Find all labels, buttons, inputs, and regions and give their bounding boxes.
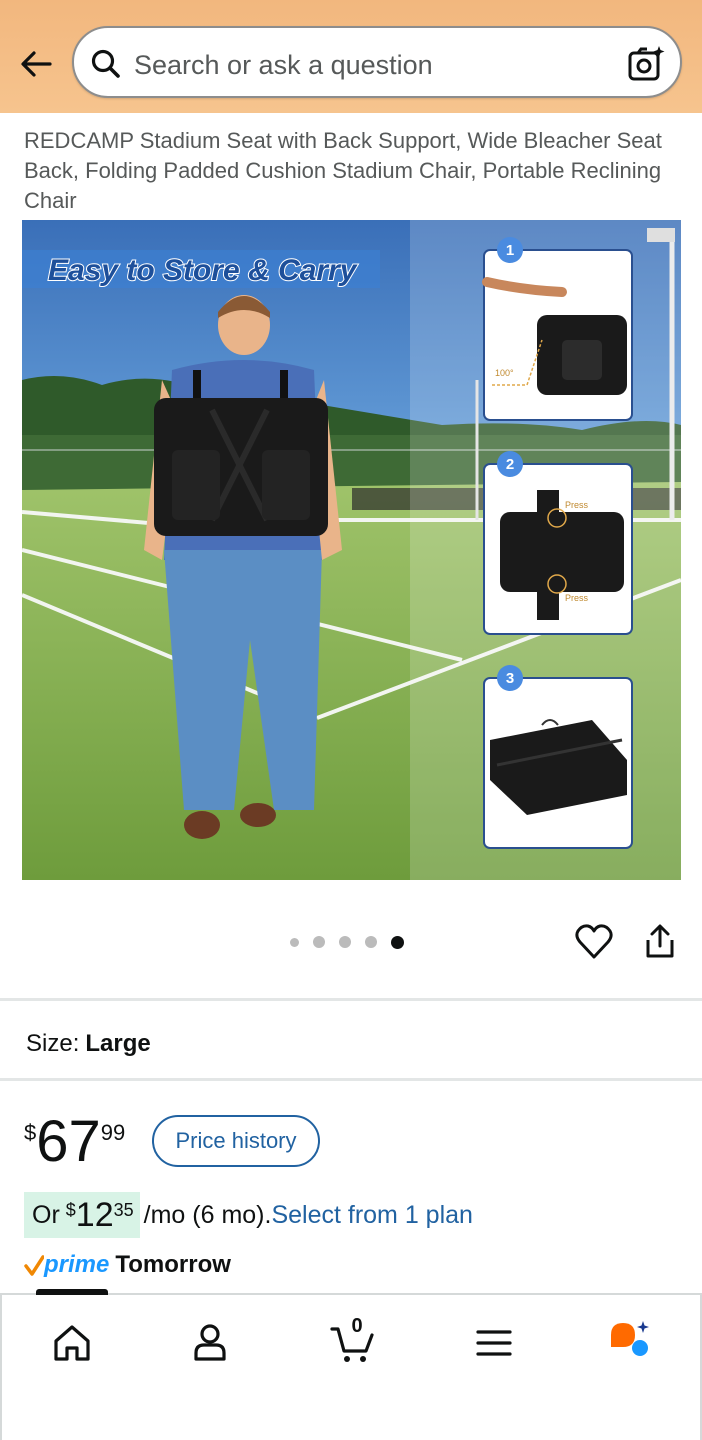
press-label-top: Press bbox=[565, 500, 589, 510]
carousel-dot[interactable] bbox=[313, 936, 325, 948]
size-value: Large bbox=[85, 1030, 151, 1057]
home-icon[interactable] bbox=[46, 1317, 98, 1369]
monthly-suffix: /mo (6 mo). bbox=[143, 1200, 272, 1229]
step-panel-1: 100° bbox=[482, 249, 633, 421]
back-button[interactable] bbox=[16, 44, 56, 84]
carousel-dot[interactable] bbox=[365, 936, 377, 948]
angle-label: 100° bbox=[495, 368, 514, 378]
size-selector[interactable]: Size: Large bbox=[26, 1030, 151, 1058]
search-icon bbox=[91, 49, 120, 78]
cart-count: 0 bbox=[351, 1315, 363, 1337]
carousel-dot[interactable] bbox=[339, 936, 351, 948]
share-icon[interactable] bbox=[640, 922, 680, 962]
step-panel-3 bbox=[483, 677, 633, 849]
product-title[interactable]: REDCAMP Stadium Seat with Back Support, … bbox=[24, 126, 674, 216]
step-number-3: 3 bbox=[506, 670, 514, 687]
prime-logo: prime bbox=[44, 1251, 110, 1278]
prime-delivery: prime Tomorrow bbox=[24, 1248, 231, 1282]
monthly-payment: Or $ 12 35 /mo (6 mo). Select from 1 pla… bbox=[24, 1192, 473, 1238]
step-panel-2: Press Press bbox=[483, 463, 633, 635]
press-label-bottom: Press bbox=[565, 593, 589, 603]
banner-text: Easy to Store & Carry bbox=[48, 254, 358, 287]
prime-check-icon bbox=[24, 1255, 44, 1276]
monthly-whole: 12 bbox=[75, 1195, 114, 1234]
select-plan-link[interactable]: Select from 1 plan bbox=[271, 1201, 473, 1230]
price-currency: $ bbox=[24, 1120, 37, 1145]
step-number-2: 2 bbox=[506, 456, 514, 473]
price-fraction: 99 bbox=[100, 1120, 126, 1145]
top-header: Search or ask a question bbox=[0, 0, 702, 113]
active-tab-indicator bbox=[36, 1289, 108, 1295]
size-label: Size: bbox=[26, 1030, 80, 1057]
price-history-button[interactable]: Price history bbox=[152, 1115, 320, 1167]
search-placeholder: Search or ask a question bbox=[134, 50, 433, 80]
heart-icon[interactable] bbox=[574, 922, 614, 962]
section-divider bbox=[0, 1078, 702, 1081]
back-arrow-icon bbox=[21, 51, 52, 77]
bottom-navigation: 0 bbox=[0, 1289, 702, 1440]
monthly-fraction: 35 bbox=[113, 1200, 134, 1220]
section-divider bbox=[0, 998, 702, 1001]
price: $ 67 99 bbox=[24, 1112, 125, 1172]
monthly-prefix: Or bbox=[32, 1200, 60, 1229]
product-image[interactable]: Easy to Store & Carry 100° 1 Press Press… bbox=[22, 220, 681, 880]
carousel-dot[interactable] bbox=[290, 937, 299, 947]
account-icon[interactable] bbox=[184, 1317, 236, 1369]
product-photo: Easy to Store & Carry 100° 1 Press Press… bbox=[22, 220, 681, 880]
delivery-day: Tomorrow bbox=[115, 1251, 231, 1278]
camera-search-icon[interactable] bbox=[626, 44, 666, 84]
monthly-currency: $ bbox=[65, 1200, 76, 1220]
image-carousel-dots[interactable] bbox=[290, 932, 404, 952]
step-number-1: 1 bbox=[506, 242, 514, 259]
rufus-icon[interactable] bbox=[606, 1317, 658, 1369]
search-input[interactable]: Search or ask a question bbox=[72, 26, 682, 98]
carousel-dot-active[interactable] bbox=[391, 935, 404, 949]
menu-icon[interactable] bbox=[468, 1317, 520, 1369]
monthly-highlight: Or $ 12 35 bbox=[24, 1192, 140, 1238]
price-whole: 67 bbox=[36, 1109, 101, 1174]
